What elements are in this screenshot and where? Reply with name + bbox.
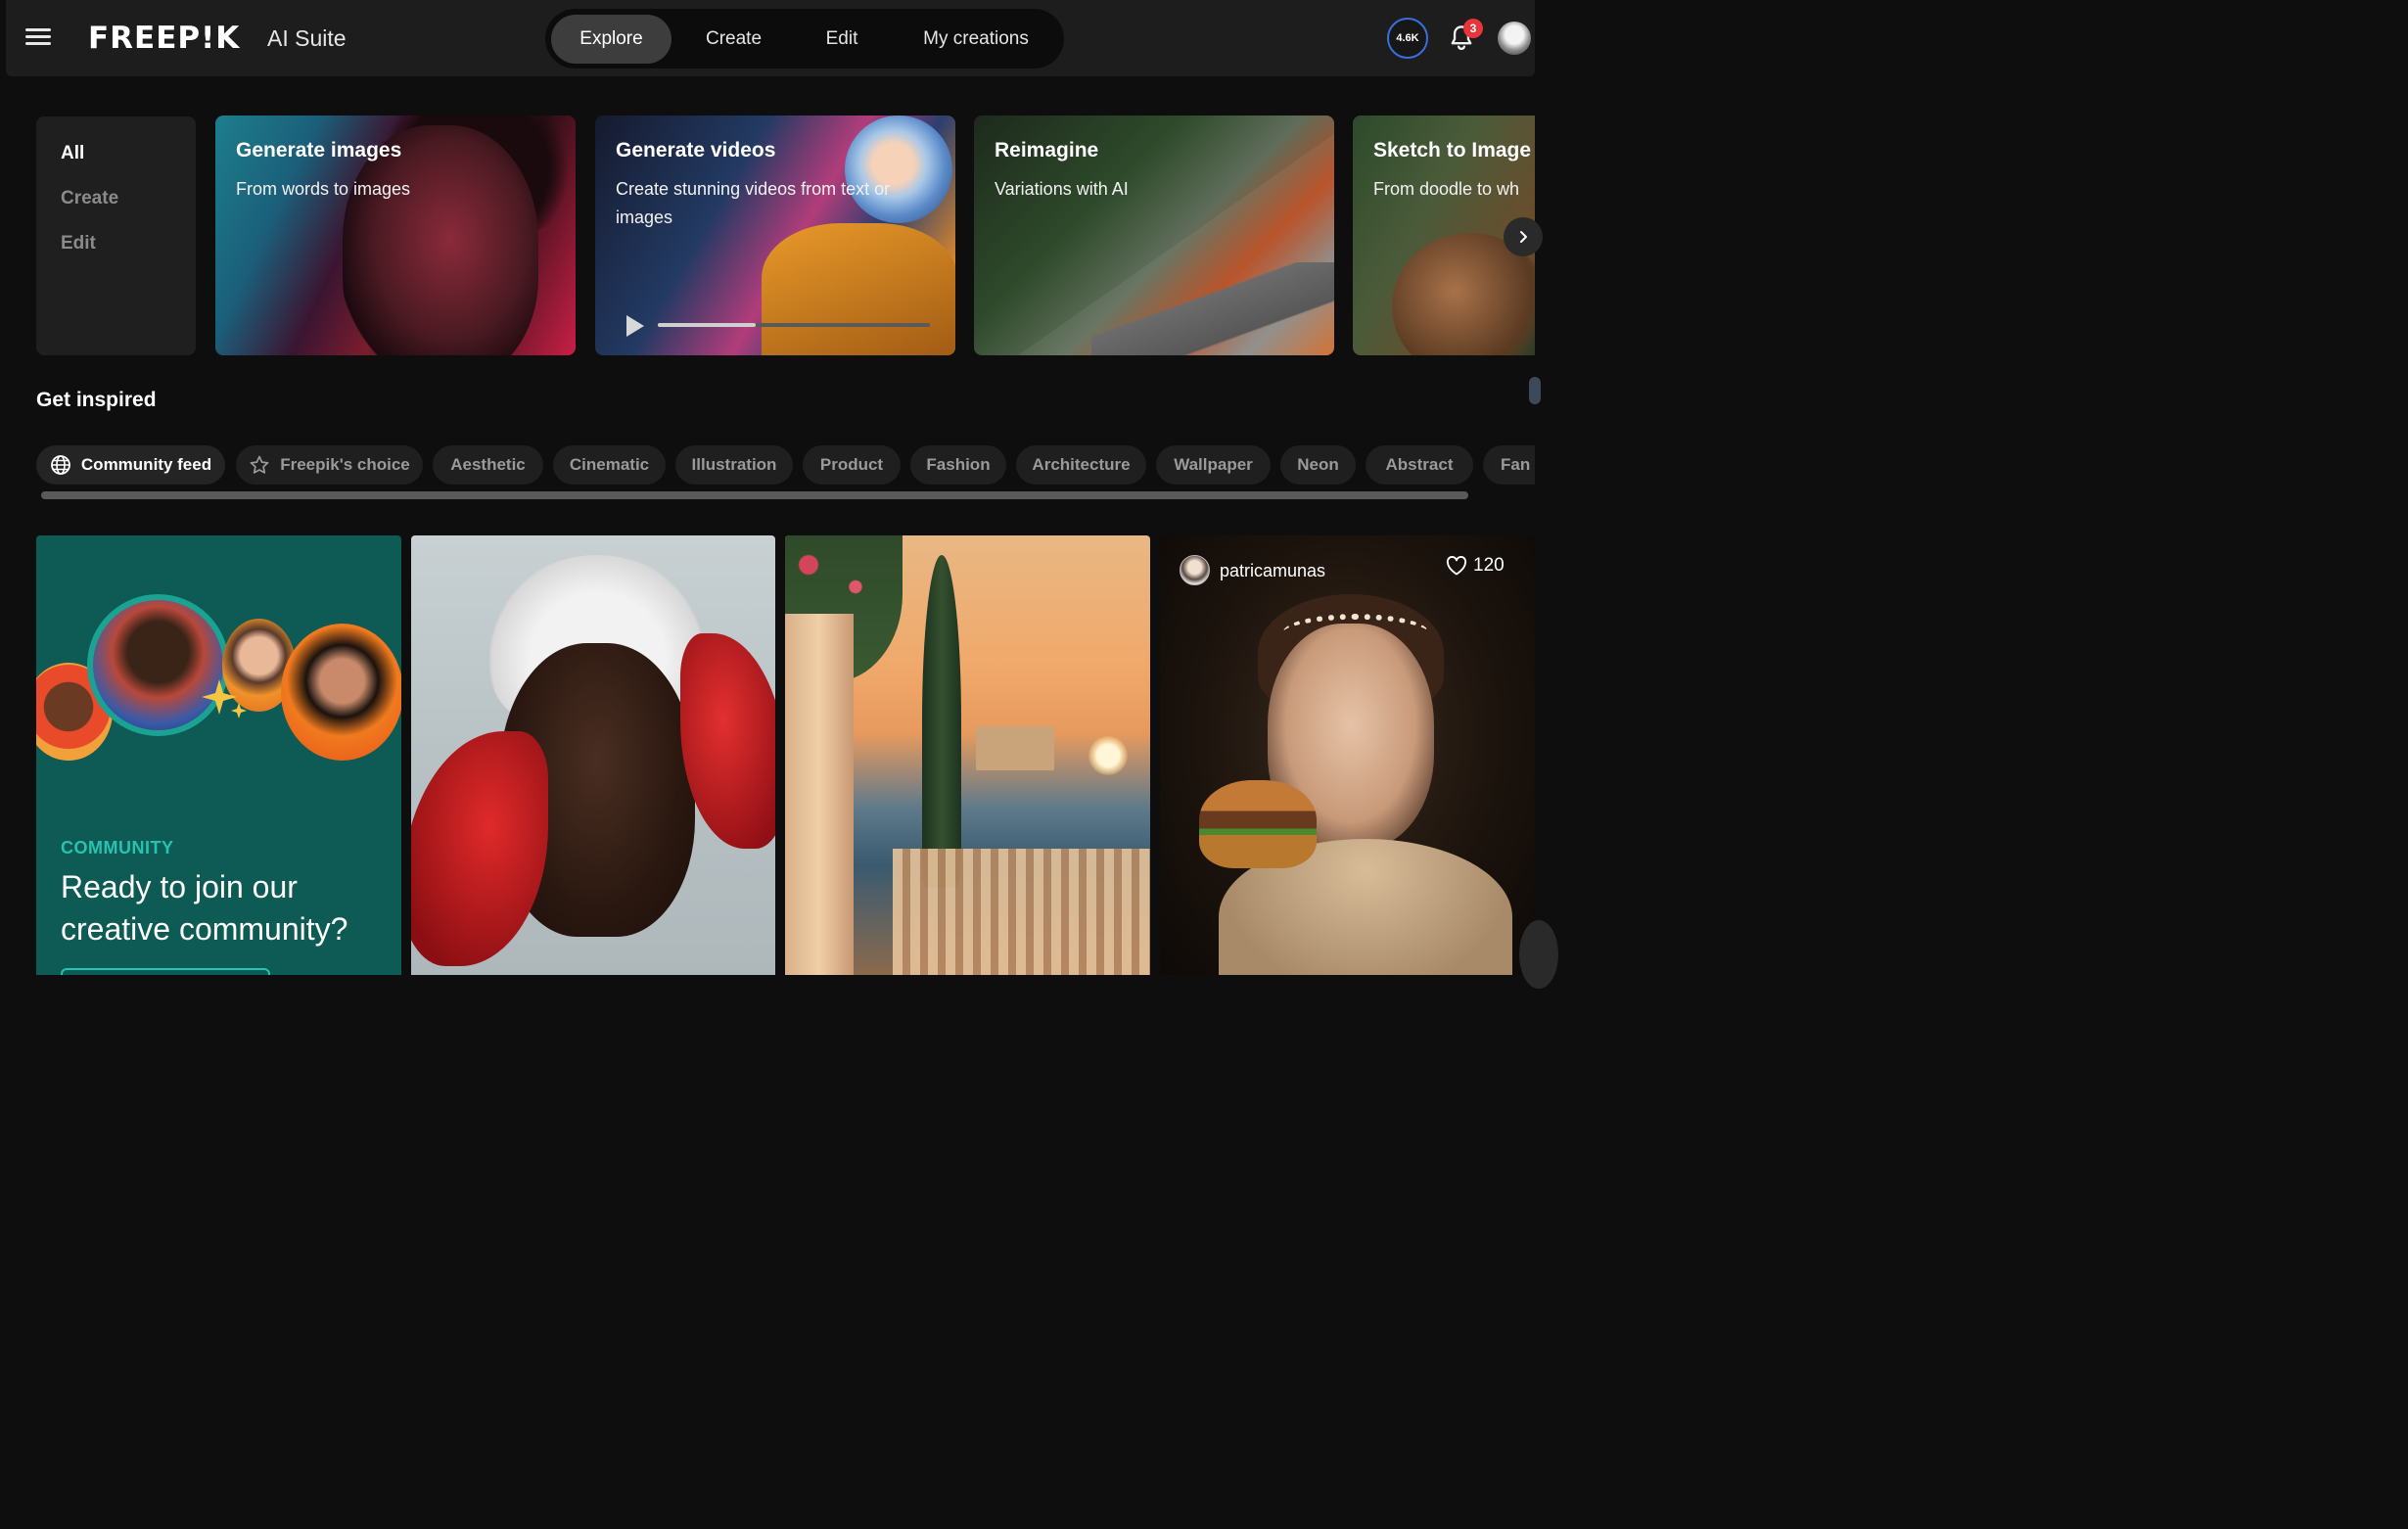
side-handle[interactable]	[1529, 377, 1541, 404]
tool-card-subtitle: From words to images	[236, 179, 411, 199]
ai-suite-label: AI Suite	[267, 25, 347, 51]
chevron-right-icon	[1520, 231, 1527, 243]
hamburger-icon-bar	[25, 35, 51, 38]
feed-image-art	[1282, 614, 1429, 653]
community-promo-tile[interactable]: COMMUNITY Ready to join our creative com…	[36, 535, 401, 975]
nav-create[interactable]: Create	[671, 15, 796, 64]
user-avatar[interactable]	[1498, 22, 1531, 55]
video-progress-bar[interactable]	[658, 323, 930, 327]
chip-architecture[interactable]: Architecture	[1016, 445, 1146, 485]
chip-fan[interactable]: Fan	[1483, 445, 1535, 485]
like-button[interactable]: 120	[1446, 555, 1505, 577]
chip-product[interactable]: Product	[803, 445, 901, 485]
globe-icon	[51, 455, 70, 475]
tool-card-title: Sketch to Image	[1373, 139, 1532, 162]
community-heading: Ready to join our creative community?	[61, 869, 348, 947]
community-avatar-art	[281, 624, 401, 761]
feed-image-art	[1199, 780, 1317, 868]
chip-freepiks-choice[interactable]: Freepik's choice	[236, 445, 423, 485]
credits-indicator[interactable]: 4.6K	[1387, 18, 1428, 59]
author-avatar[interactable]	[1180, 555, 1210, 585]
freepik-logo[interactable]: FREEP!K	[88, 21, 240, 56]
feed-image-art	[411, 731, 548, 966]
feed-tile-sunset-terrace[interactable]	[785, 535, 1150, 975]
tool-card-subtitle: From doodle to wh	[1373, 179, 1520, 199]
community-join-button[interactable]	[61, 968, 270, 975]
tool-card-generate-images[interactable]: Generate images From words to images	[215, 116, 576, 355]
notification-badge: 3	[1463, 19, 1483, 38]
feed-image-art	[785, 614, 854, 975]
floating-scroll-button[interactable]	[1519, 920, 1558, 989]
play-icon[interactable]	[626, 315, 644, 337]
star-icon	[250, 455, 269, 474]
chip-neon[interactable]: Neon	[1280, 445, 1356, 485]
chip-fashion[interactable]: Fashion	[910, 445, 1006, 485]
hamburger-icon-bar	[25, 42, 51, 45]
tool-card-reimagine[interactable]: Reimagine Variations with AI	[974, 116, 1334, 355]
carousel-next-button[interactable]	[1504, 217, 1543, 256]
tool-category-panel: All Create Edit	[36, 116, 196, 355]
tool-card-title: Generate videos	[616, 139, 776, 162]
feed-image-art	[893, 849, 1150, 975]
video-progress-fill	[658, 323, 757, 327]
hamburger-menu-button[interactable]	[25, 23, 57, 53]
heart-icon	[1446, 556, 1467, 576]
get-inspired-title: Get inspired	[36, 389, 157, 411]
chip-aesthetic[interactable]: Aesthetic	[433, 445, 543, 485]
feed-tile-flower-portrait[interactable]	[411, 535, 775, 975]
card-image-art	[762, 223, 955, 355]
tool-card-subtitle: Create stunning videos from text or imag…	[616, 179, 891, 227]
sparkle-icon	[202, 679, 247, 718]
chip-scrollbar[interactable]	[41, 491, 1468, 499]
nav-my-creations[interactable]: My creations	[888, 15, 1064, 64]
chip-cinematic[interactable]: Cinematic	[553, 445, 666, 485]
chip-label: Freepik's choice	[280, 455, 410, 474]
chip-abstract[interactable]: Abstract	[1366, 445, 1473, 485]
tool-card-generate-videos[interactable]: Generate videos Create stunning videos f…	[595, 116, 955, 355]
tool-card-title: Reimagine	[995, 139, 1099, 162]
feed-image-art	[976, 726, 1054, 770]
top-header: FREEP!K AI Suite Explore Create Edit My …	[6, 0, 1535, 76]
category-create[interactable]: Create	[61, 187, 196, 232]
chip-illustration[interactable]: Illustration	[675, 445, 793, 485]
category-edit[interactable]: Edit	[61, 232, 196, 277]
chip-label: Community feed	[80, 455, 212, 474]
filter-chip-row: Community feed Freepik's choice Aestheti…	[36, 445, 1535, 485]
feed-image-art	[922, 555, 961, 888]
tool-card-title: Generate images	[236, 139, 402, 162]
author-username[interactable]: patricamunas	[1220, 560, 1325, 581]
chip-wallpaper[interactable]: Wallpaper	[1156, 445, 1271, 485]
nav-explore[interactable]: Explore	[551, 14, 671, 64]
main-nav: Explore Create Edit My creations	[545, 9, 1064, 69]
category-all[interactable]: All	[61, 142, 196, 187]
hamburger-icon	[25, 28, 51, 31]
tool-card-subtitle: Variations with AI	[995, 179, 1129, 199]
like-count: 120	[1473, 555, 1505, 576]
chip-community-feed[interactable]: Community feed	[36, 445, 225, 485]
feed-tile-renaissance-portrait[interactable]: patricamunas 120	[1160, 535, 1535, 975]
feed-image-art	[1088, 736, 1128, 775]
card-image-art	[1091, 262, 1334, 355]
nav-edit[interactable]: Edit	[796, 15, 888, 64]
community-label: COMMUNITY	[61, 838, 174, 857]
